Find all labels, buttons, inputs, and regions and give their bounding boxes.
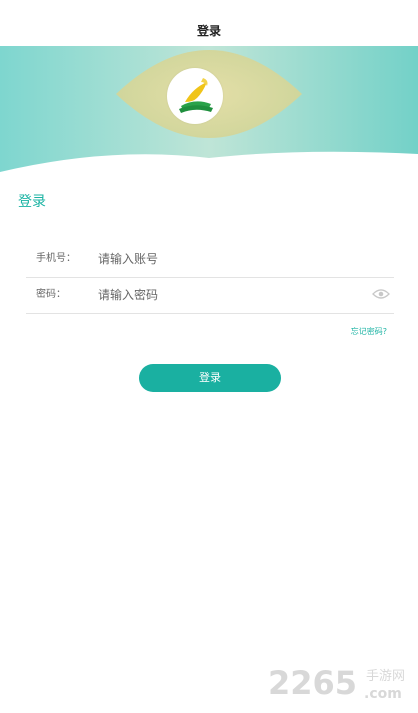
password-input[interactable] bbox=[98, 283, 360, 307]
password-label: 密码： bbox=[36, 289, 66, 300]
svg-text:手游网: 手游网 bbox=[366, 669, 405, 684]
password-field-row: 密码： bbox=[26, 277, 394, 314]
watermark-logo: 2265 手游网 .com bbox=[266, 660, 416, 704]
page-title: 登录 bbox=[196, 24, 221, 38]
nav-bar: 登录 bbox=[0, 0, 418, 46]
phone-input[interactable] bbox=[98, 247, 360, 271]
forgot-password-link[interactable]: 忘记密码? bbox=[310, 326, 387, 338]
login-section-title: 登录 bbox=[18, 194, 46, 210]
eye-icon[interactable] bbox=[372, 288, 390, 300]
phone-field-row: 手机号： bbox=[26, 241, 394, 278]
login-button[interactable]: 登录 bbox=[139, 364, 281, 392]
svg-text:.com: .com bbox=[364, 686, 402, 702]
app-logo bbox=[167, 68, 223, 124]
svg-text:2265: 2265 bbox=[268, 664, 357, 702]
phone-label: 手机号： bbox=[36, 253, 76, 264]
